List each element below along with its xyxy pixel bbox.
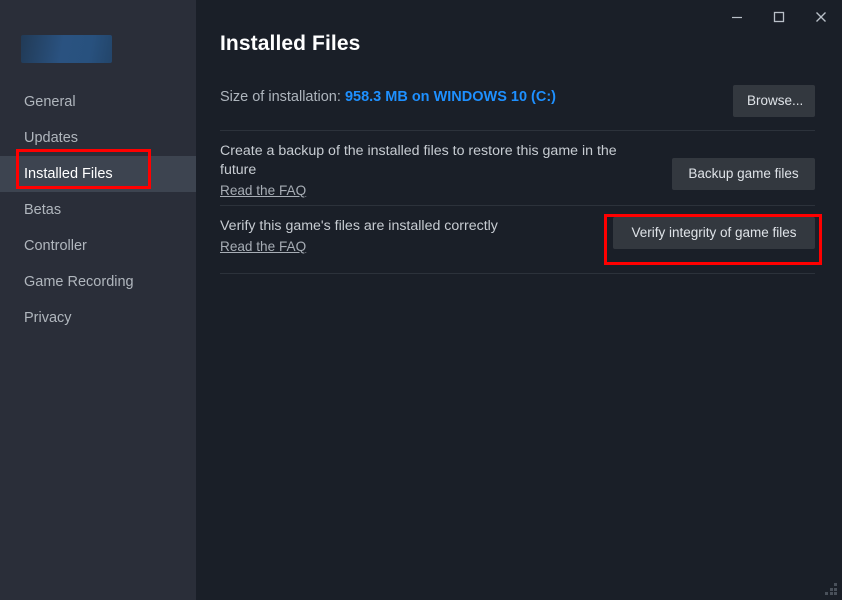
divider <box>220 130 815 131</box>
sidebar-item-general[interactable]: General <box>0 84 196 120</box>
sidebar-item-label: Privacy <box>24 310 72 326</box>
sidebar: General Updates Installed Files Betas Co… <box>0 0 196 600</box>
installation-size-value: 958.3 MB on WINDOWS 10 (C:) <box>344 89 557 105</box>
backup-text-block: Create a backup of the installed files t… <box>220 142 640 200</box>
sidebar-item-installed-files[interactable]: Installed Files <box>0 156 196 192</box>
backup-read-the-faq-link[interactable]: Read the FAQ <box>220 183 306 198</box>
backup-game-files-button[interactable]: Backup game files <box>672 158 815 190</box>
window-titlebar <box>716 0 842 34</box>
sidebar-item-updates[interactable]: Updates <box>0 120 196 156</box>
grip-dot <box>829 592 833 595</box>
sidebar-item-label: Updates <box>24 130 79 146</box>
grip-dot <box>834 583 837 586</box>
sidebar-item-label: Installed Files <box>24 166 113 182</box>
maximize-icon <box>773 11 785 23</box>
grip-dot <box>834 587 837 591</box>
verify-files-row: Verify this game's files are installed c… <box>220 217 815 267</box>
steam-game-properties-window: General Updates Installed Files Betas Co… <box>0 0 842 600</box>
installation-size-row: Size of installation: 958.3 MB on WINDOW… <box>220 85 815 125</box>
divider <box>220 273 815 274</box>
verify-integrity-of-game-files-button[interactable]: Verify integrity of game files <box>613 217 815 249</box>
sidebar-item-label: Betas <box>24 202 62 218</box>
sidebar-item-privacy[interactable]: Privacy <box>0 300 196 336</box>
grip-dot <box>829 587 833 591</box>
main-panel: Installed Files Size of installation: 95… <box>196 0 842 600</box>
close-button[interactable] <box>800 1 842 33</box>
backup-files-row: Create a backup of the installed files t… <box>220 142 815 202</box>
game-header-image <box>21 35 112 63</box>
minimize-button[interactable] <box>716 1 758 33</box>
sidebar-item-label: General <box>24 94 76 110</box>
sidebar-item-controller[interactable]: Controller <box>0 228 196 264</box>
installation-size-label: Size of installation: <box>220 89 345 105</box>
installation-size-text: Size of installation: 958.3 MB on WINDOW… <box>220 89 556 105</box>
page-title: Installed Files <box>220 32 361 55</box>
sidebar-item-game-recording[interactable]: Game Recording <box>0 264 196 300</box>
sidebar-nav: General Updates Installed Files Betas Co… <box>0 84 196 336</box>
resize-grip[interactable] <box>823 581 837 595</box>
verify-text-block: Verify this game's files are installed c… <box>220 217 640 256</box>
minimize-icon <box>732 16 742 19</box>
sidebar-item-label: Game Recording <box>24 274 134 290</box>
sidebar-item-label: Controller <box>24 238 87 254</box>
content-area: Installed Files Size of installation: 95… <box>220 0 842 600</box>
verify-description: Verify this game's files are installed c… <box>220 218 498 234</box>
maximize-button[interactable] <box>758 1 800 33</box>
divider <box>220 205 815 206</box>
close-icon <box>816 12 826 22</box>
grip-dot <box>825 592 828 595</box>
sidebar-item-betas[interactable]: Betas <box>0 192 196 228</box>
grip-dot <box>834 592 837 595</box>
verify-read-the-faq-link[interactable]: Read the FAQ <box>220 239 306 254</box>
browse-button[interactable]: Browse... <box>733 85 815 117</box>
backup-description: Create a backup of the installed files t… <box>220 143 617 178</box>
